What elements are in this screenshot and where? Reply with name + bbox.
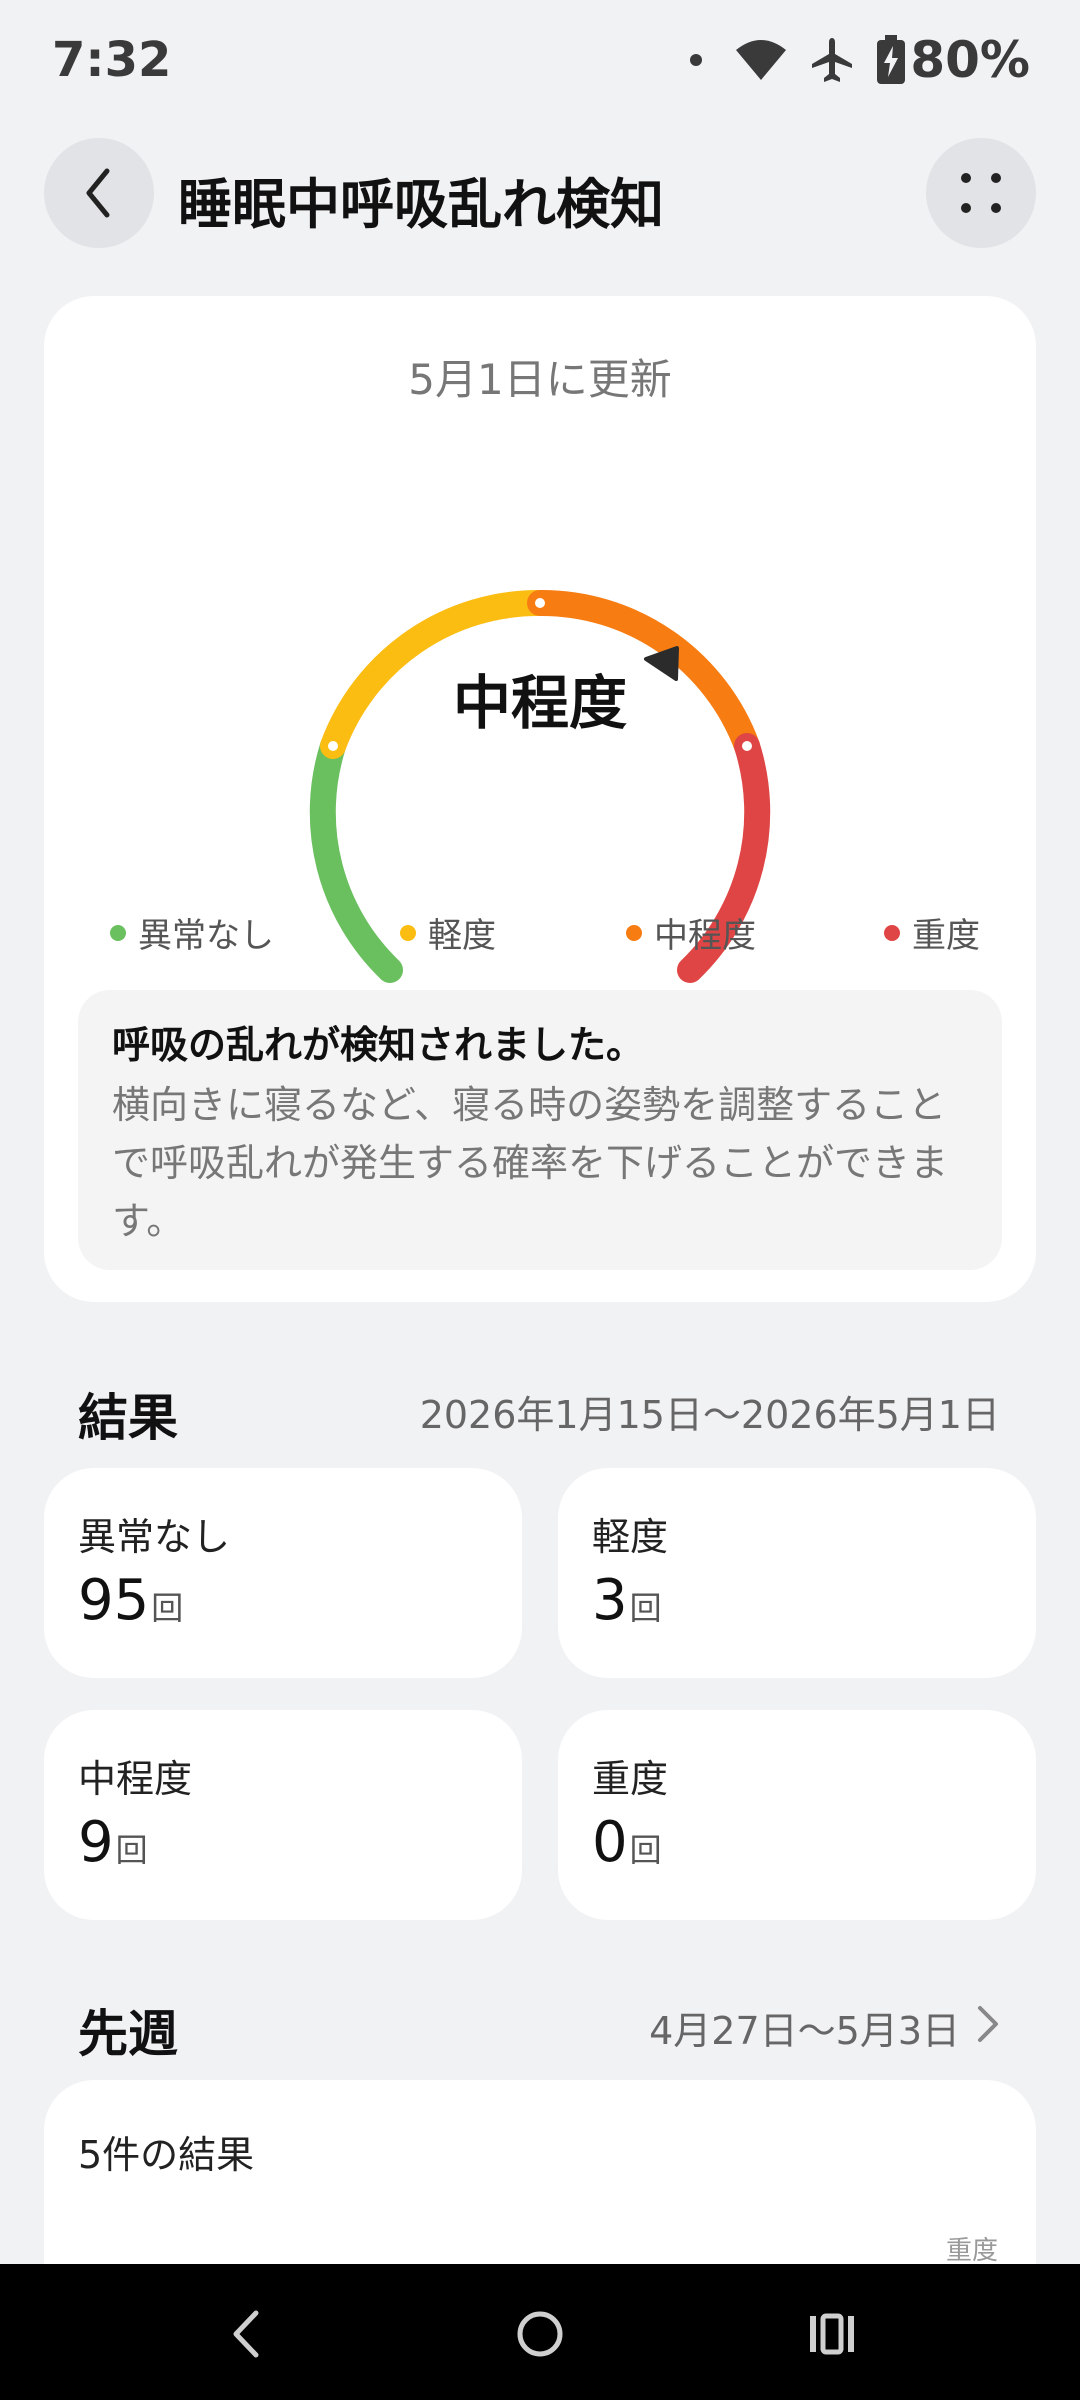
stat-card-none[interactable]: 異常なし 95回	[44, 1468, 522, 1678]
results-title: 結果	[78, 1389, 178, 1447]
status-icons: 80%	[668, 30, 1030, 90]
nav-home-icon	[517, 2311, 563, 2357]
airplane-mode-icon	[812, 38, 853, 82]
more-grid-icon	[961, 173, 1001, 213]
notification-dot-icon	[690, 54, 703, 66]
info-title: 呼吸の乱れが検知されました。	[112, 1023, 645, 1067]
stat-label: 重度	[592, 1757, 669, 1801]
back-button[interactable]	[44, 138, 154, 248]
legend-label: 軽度	[428, 916, 496, 956]
status-card: 5月1日に更新 中程度 異常なし 軽度 中程度 重度 呼吸の乱れが検知されました…	[44, 296, 1036, 1302]
updated-date: 5月1日に更新	[408, 355, 672, 404]
legend-item-mild: 軽度	[400, 908, 496, 957]
status-bar: 7:32 80%	[0, 0, 1080, 120]
legend-label: 異常なし	[138, 916, 274, 956]
results-date-range: 2026年1月15日～2026年5月1日	[419, 1393, 1000, 1437]
legend-dot	[110, 924, 126, 941]
nav-home-button[interactable]	[500, 2294, 580, 2374]
stat-label: 中程度	[78, 1757, 193, 1801]
chart-axis-label: 重度	[945, 2236, 998, 2266]
nav-recents-icon	[810, 2313, 854, 2355]
more-options-button[interactable]	[926, 138, 1036, 248]
stat-label: 軽度	[592, 1515, 669, 1559]
last-week-card-title: 5件の結果	[78, 2133, 255, 2177]
legend-dot	[884, 924, 900, 941]
legend-dot	[400, 924, 416, 941]
stat-value: 95回	[78, 1568, 184, 1633]
nav-back-icon	[233, 2310, 259, 2358]
status-time: 7:32	[52, 32, 172, 88]
stat-label: 異常なし	[78, 1515, 231, 1559]
stat-value: 0回	[592, 1810, 662, 1875]
chevron-right-icon[interactable]	[976, 2004, 1000, 2044]
stat-card-severe[interactable]: 重度 0回	[558, 1710, 1036, 1920]
info-body: 横向きに寝るなど、寝る時の姿勢を調整することで呼吸乱れが発生する確率を下げること…	[112, 1083, 949, 1243]
app-header: 睡眠中呼吸乱れ検知	[0, 138, 1080, 250]
nav-back-button[interactable]	[206, 2294, 286, 2374]
wifi-icon	[736, 40, 787, 80]
nav-recents-button[interactable]	[792, 2294, 872, 2374]
last-week-range-link[interactable]: 4月27日～5月3日	[649, 2000, 960, 2055]
stat-value: 3回	[592, 1568, 662, 1633]
chevron-left-icon	[86, 168, 110, 218]
screen: 7:32 80% 睡眠中呼吸乱れ検知 5月1日に更新 中程度 異常なし 軽度 中…	[0, 0, 1080, 2400]
gauge-level-label: 中程度	[452, 669, 627, 737]
navigation-bar	[0, 2264, 1080, 2400]
legend-item-severe: 重度	[884, 908, 980, 957]
gauge-legend: 異常なし 軽度 中程度 重度	[110, 908, 980, 958]
legend-item-moderate: 中程度	[626, 908, 756, 957]
legend-item-none: 異常なし	[110, 908, 274, 957]
last-week-title: 先週	[78, 2005, 178, 2063]
stat-value: 9回	[78, 1810, 148, 1875]
legend-label: 中程度	[654, 916, 756, 956]
legend-dot	[626, 924, 642, 941]
stat-card-mild[interactable]: 軽度 3回	[558, 1468, 1036, 1678]
stat-card-moderate[interactable]: 中程度 9回	[44, 1710, 522, 1920]
battery-percent: 80%	[910, 31, 1030, 89]
legend-label: 重度	[912, 916, 980, 956]
info-box: 呼吸の乱れが検知されました。 横向きに寝るなど、寝る時の姿勢を調整することで呼吸…	[78, 990, 1002, 1270]
page-title: 睡眠中呼吸乱れ検知	[178, 173, 664, 236]
battery-charging-icon	[877, 35, 906, 84]
